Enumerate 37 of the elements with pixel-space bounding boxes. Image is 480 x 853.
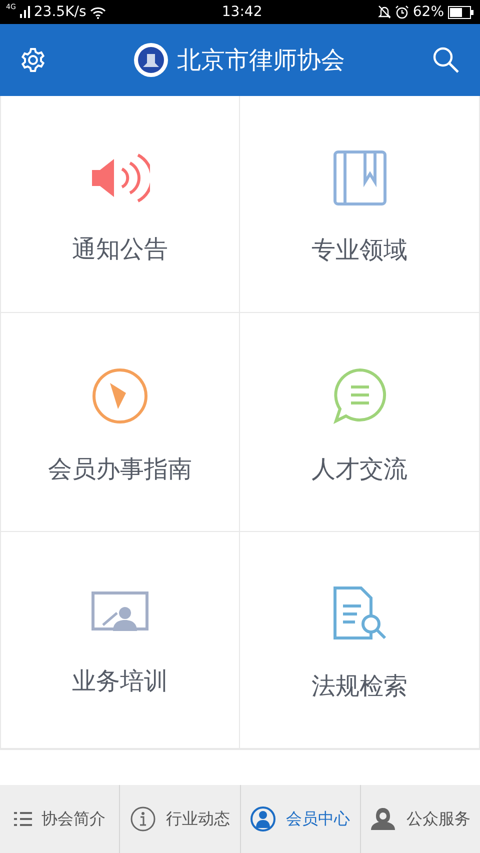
book-icon xyxy=(332,150,386,206)
chat-icon xyxy=(330,367,388,425)
wifi-icon xyxy=(90,6,106,18)
tile-label: 专业领域 xyxy=(312,235,408,266)
person-icon xyxy=(370,806,396,832)
tile-label: 会员办事指南 xyxy=(48,454,192,485)
nav-tab[interactable]: 协会简介 xyxy=(0,785,120,853)
battery-icon xyxy=(448,6,474,18)
tile-label: 人才交流 xyxy=(312,454,408,485)
compass-icon xyxy=(91,367,149,425)
settings-icon[interactable] xyxy=(20,47,46,73)
menu-tile[interactable]: 人才交流 xyxy=(240,313,480,532)
speaker-icon xyxy=(90,151,150,205)
document-search-icon xyxy=(330,586,388,642)
user-icon xyxy=(250,806,276,832)
search-icon[interactable] xyxy=(432,46,460,74)
menu-tile[interactable]: 法规检索 xyxy=(240,532,480,749)
menu-tile[interactable]: 会员办事指南 xyxy=(0,313,240,532)
signal-icon xyxy=(20,6,30,18)
tile-label: 法规检索 xyxy=(312,671,408,702)
info-icon xyxy=(130,806,156,832)
list-icon xyxy=(14,812,32,826)
app-title: 北京市律师协会 xyxy=(177,45,345,76)
emblem-icon xyxy=(133,42,169,78)
nav-tab[interactable]: 行业动态 xyxy=(119,785,240,853)
clock: 13:42 xyxy=(222,2,262,22)
menu-tile[interactable]: 专业领域 xyxy=(240,96,480,313)
nav-tab[interactable]: 会员中心 xyxy=(240,785,360,853)
network-speed: 23.5K/s xyxy=(34,2,86,22)
tile-label: 业务培训 xyxy=(72,666,168,697)
nav-tab[interactable]: 公众服务 xyxy=(360,785,480,853)
tile-label: 通知公告 xyxy=(72,234,168,265)
battery-percent: 62% xyxy=(412,2,444,22)
menu-tile[interactable]: 业务培训 xyxy=(0,532,240,749)
bell-off-icon xyxy=(378,5,391,19)
alarm-icon xyxy=(394,5,409,19)
menu-tile[interactable]: 通知公告 xyxy=(0,96,240,313)
